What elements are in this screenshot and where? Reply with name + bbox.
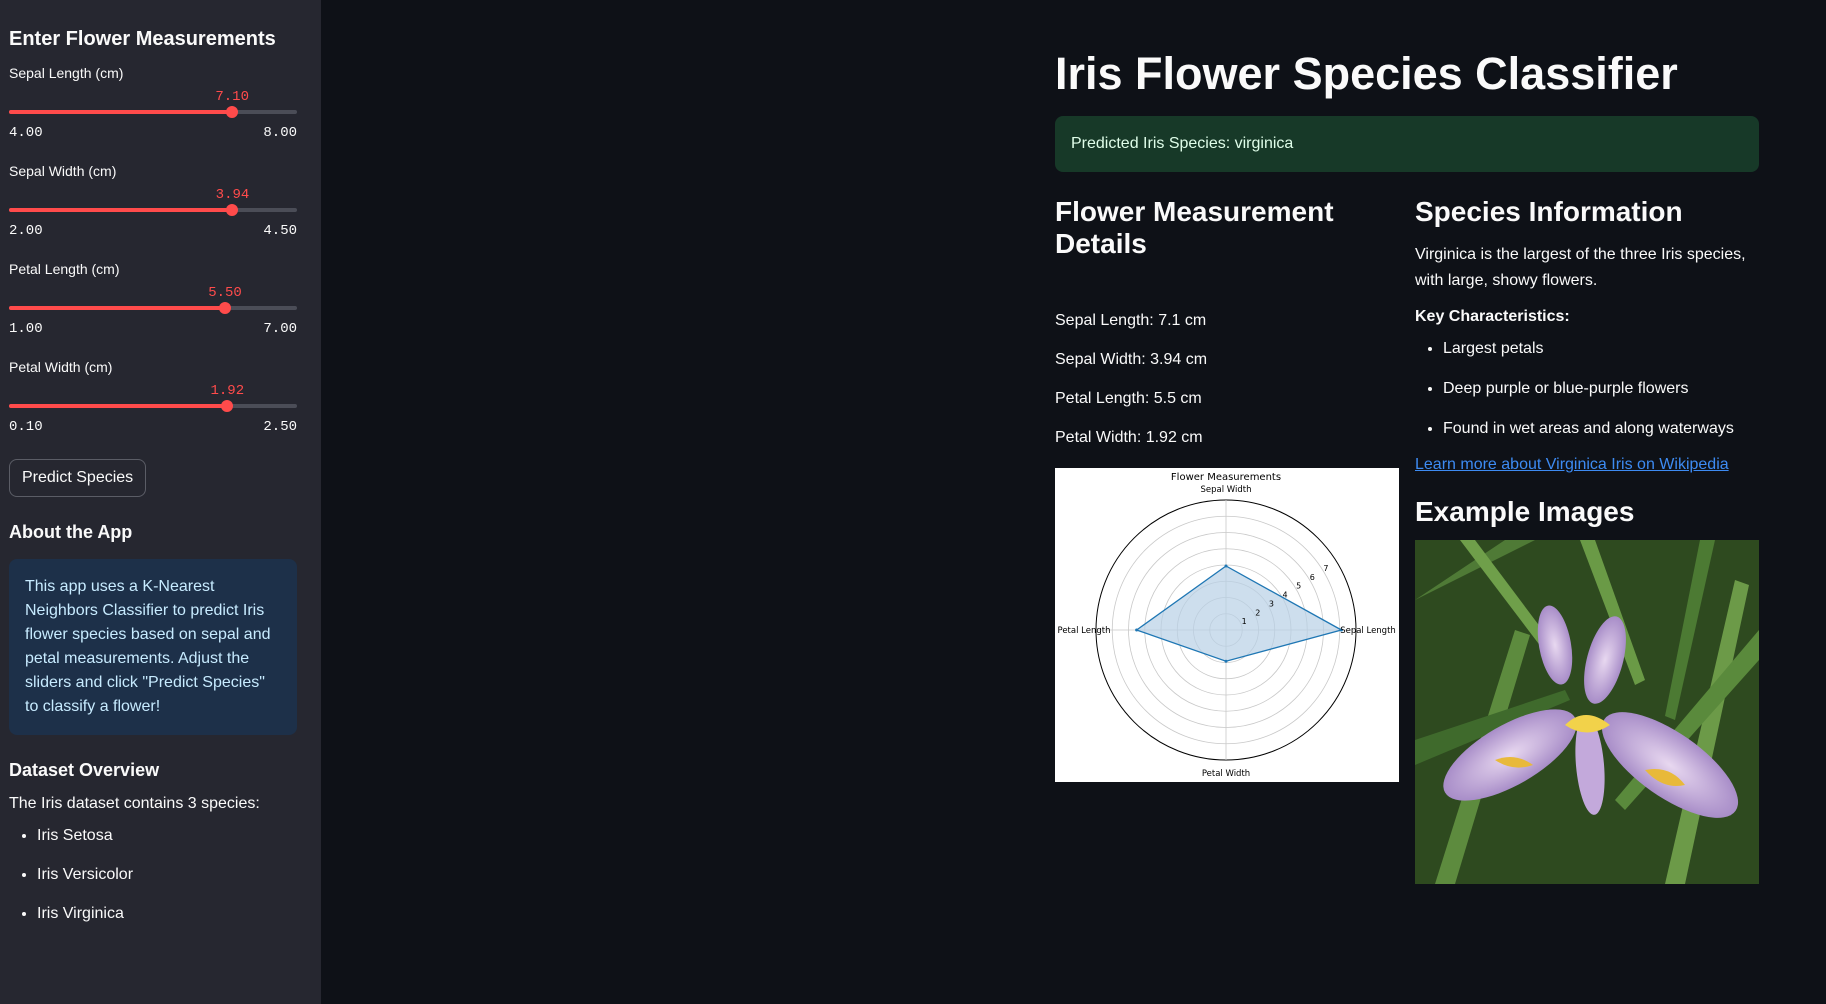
radar-data-point bbox=[1224, 564, 1228, 568]
prediction-success-box: Predicted Iris Species: virginica bbox=[1055, 116, 1759, 172]
characteristics-list: Largest petals Deep purple or blue-purpl… bbox=[1415, 340, 1759, 438]
radar-axis-label: Petal Length bbox=[1058, 626, 1111, 636]
species-description: Virginica is the largest of the three Ir… bbox=[1415, 246, 1746, 289]
radar-tick-label: 3 bbox=[1269, 599, 1274, 608]
radar-tick-label: 1 bbox=[1242, 617, 1247, 626]
slider-sepal-length: Sepal Length (cm) 7.10 4.00 8.00 bbox=[9, 65, 312, 163]
page-title: Iris Flower Species Classifier bbox=[1055, 48, 1678, 99]
radar-data-point bbox=[1135, 628, 1139, 632]
measurements-heading: Flower Measurement Details bbox=[1055, 196, 1334, 259]
slider-value: 3.94 bbox=[215, 187, 250, 203]
list-item: Deep purple or blue-purple flowers bbox=[1443, 380, 1759, 398]
radar-tick-label: 2 bbox=[1255, 608, 1260, 617]
sidebar-title: Enter Flower Measurements bbox=[9, 28, 276, 50]
radar-data-point bbox=[1224, 659, 1228, 663]
radar-tick-label: 4 bbox=[1283, 591, 1288, 600]
radar-tick-label: 7 bbox=[1323, 564, 1328, 573]
slider-petal-width: Petal Width (cm) 1.92 0.10 2.50 bbox=[9, 359, 312, 457]
species-heading: Species Information bbox=[1415, 196, 1683, 227]
radar-axis-label: Petal Width bbox=[1202, 769, 1250, 779]
dataset-heading: Dataset Overview bbox=[9, 760, 160, 780]
key-characteristics-heading: Key Characteristics: bbox=[1415, 308, 1570, 325]
slider-label: Sepal Width (cm) bbox=[9, 163, 117, 179]
measurement-column: Flower Measurement Details Sepal Length:… bbox=[1055, 196, 1399, 782]
slider-petal-length: Petal Length (cm) 5.50 1.00 7.00 bbox=[9, 261, 312, 359]
slider-track[interactable] bbox=[9, 400, 297, 412]
slider-value: 1.92 bbox=[210, 383, 245, 399]
slider-track[interactable] bbox=[9, 204, 297, 216]
slider-thumb[interactable] bbox=[219, 302, 231, 314]
slider-track[interactable] bbox=[9, 106, 297, 118]
predict-species-button[interactable]: Predict Species bbox=[9, 459, 147, 497]
radar-chart-svg: 1234567 Sepal Length Sepal Width Petal Leng… bbox=[1058, 472, 1396, 779]
slider-label: Petal Width (cm) bbox=[9, 359, 113, 375]
slider-max: 4.50 bbox=[263, 223, 297, 239]
sidebar: Enter Flower Measurements Sepal Length (… bbox=[0, 0, 321, 1004]
slider-max: 8.00 bbox=[263, 125, 297, 141]
radar-tick-label: 5 bbox=[1296, 582, 1301, 591]
wikipedia-link[interactable]: Learn more about Virginica Iris on Wikip… bbox=[1415, 456, 1759, 474]
list-item: Iris Virginica bbox=[37, 905, 312, 923]
slider-fill bbox=[9, 208, 233, 212]
slider-value: 7.10 bbox=[215, 89, 249, 105]
about-heading: About the App bbox=[9, 522, 133, 542]
slider-thumb[interactable] bbox=[226, 106, 239, 118]
list-item: Iris Setosa bbox=[37, 827, 312, 845]
slider-thumb[interactable] bbox=[226, 204, 239, 216]
radar-chart: 1 2 3 4 5 6 7 Sepal Length Sepal Width Petal Leng… bbox=[1055, 468, 1399, 782]
dataset-text: The Iris dataset contains 3 species: bbox=[9, 795, 260, 812]
radar-tick-label: 6 bbox=[1310, 573, 1315, 582]
slider-track[interactable] bbox=[9, 302, 297, 314]
measurement-item: Sepal Length: 7.1 cm bbox=[1055, 312, 1207, 329]
slider-max: 2.50 bbox=[263, 419, 297, 435]
iris-flower-image bbox=[1415, 540, 1759, 884]
measurement-item: Sepal Width: 3.94 cm bbox=[1055, 351, 1208, 368]
radar-axis-label: Sepal Length bbox=[1340, 626, 1396, 636]
radar-title: Flower Measurements bbox=[1171, 472, 1281, 483]
species-list: Iris Setosa Iris Versicolor Iris Virgini… bbox=[9, 827, 312, 923]
list-item: Found in wet areas and along waterways bbox=[1443, 420, 1759, 438]
slider-fill bbox=[9, 306, 225, 310]
slider-max: 7.00 bbox=[263, 321, 297, 337]
slider-sepal-width: Sepal Width (cm) 3.94 2.00 4.50 bbox=[9, 163, 312, 261]
about-info-box: This app uses a K-Nearest Neighbors Clas… bbox=[9, 559, 297, 735]
measurement-item: Petal Width: 1.92 cm bbox=[1055, 429, 1203, 446]
slider-fill bbox=[9, 110, 233, 114]
slider-fill bbox=[9, 404, 228, 408]
measurement-item: Petal Length: 5.5 cm bbox=[1055, 390, 1202, 407]
slider-label: Sepal Length (cm) bbox=[9, 65, 124, 81]
species-column: Species Information Virginica is the lar… bbox=[1415, 196, 1759, 884]
slider-thumb[interactable] bbox=[221, 400, 234, 412]
slider-value: 5.50 bbox=[208, 285, 242, 301]
list-item: Iris Versicolor bbox=[37, 866, 312, 884]
measurement-list: Sepal Length: 7.1 cm Sepal Width: 3.94 c… bbox=[1055, 312, 1399, 447]
slider-label: Petal Length (cm) bbox=[9, 261, 120, 277]
example-images-heading: Example Images bbox=[1415, 496, 1635, 527]
radar-axis-label: Sepal Width bbox=[1201, 485, 1252, 495]
list-item: Largest petals bbox=[1443, 340, 1759, 358]
